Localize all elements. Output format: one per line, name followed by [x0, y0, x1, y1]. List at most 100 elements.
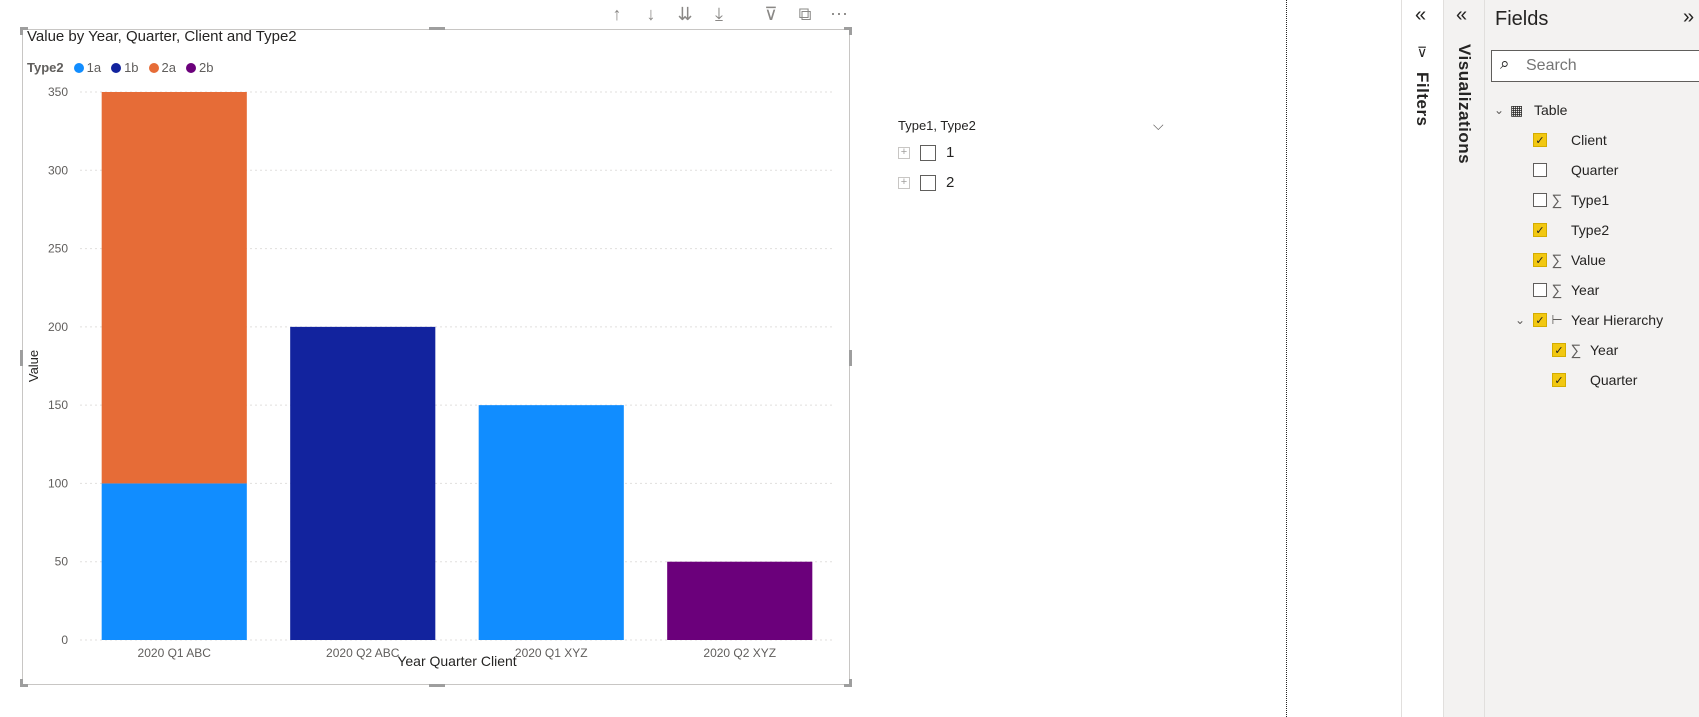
field-checkbox[interactable]: ✓	[1533, 223, 1547, 237]
collapse-chevrons-icon[interactable]: «	[1456, 4, 1467, 27]
filter-icon[interactable]: ⊽	[757, 2, 785, 26]
bar-segment-1b[interactable]	[290, 326, 436, 640]
x-tick-label: 2020 Q1 XYZ	[515, 646, 588, 660]
x-tick-label: 2020 Q1 ABC	[138, 646, 212, 660]
legend-marker	[186, 62, 197, 73]
legend-label: 2b	[199, 60, 214, 75]
field-item-year[interactable]: ∑ Year	[1533, 279, 1599, 301]
search-box[interactable]: ⌕	[1491, 50, 1699, 82]
bar-segment-1a[interactable]	[101, 483, 247, 640]
y-tick-label: 50	[55, 555, 69, 569]
slicer-item[interactable]: + 2	[898, 174, 954, 191]
slicer-item-label: 1	[946, 144, 955, 161]
field-label: Quarter	[1571, 162, 1619, 178]
bar-segment-1a[interactable]	[478, 405, 624, 640]
page-boundary-line	[1286, 0, 1287, 717]
legend-marker	[148, 62, 159, 73]
table-icon: ▦	[1510, 101, 1524, 118]
x-axis-title: Year Quarter Client	[397, 653, 516, 669]
legend-item[interactable]: 1b	[111, 60, 139, 75]
x-tick-label: 2020 Q2 XYZ	[703, 646, 776, 660]
chevron-down-icon[interactable]: ⌄	[1515, 313, 1533, 327]
legend-item[interactable]: 2a	[148, 60, 177, 75]
chart-legend: Type2 1a 1b 2a 2b	[27, 60, 217, 75]
field-item-quarter[interactable]: Quarter	[1533, 159, 1618, 181]
sigma-icon: ∑	[1551, 281, 1563, 299]
slicer-checkbox[interactable]	[920, 144, 936, 161]
field-table-row[interactable]: ⌄ ▦ Table	[1494, 99, 1567, 121]
y-axis-title: Value	[26, 350, 41, 382]
chevron-down-icon[interactable]: ⌵	[1153, 117, 1164, 134]
field-label: Type2	[1571, 222, 1610, 238]
more-options-icon[interactable]: ⋯	[825, 2, 853, 26]
field-checkbox[interactable]: ✓	[1533, 133, 1547, 147]
field-checkbox[interactable]	[1533, 193, 1547, 207]
legend-marker	[111, 62, 122, 73]
legend-label: 1b	[124, 60, 139, 75]
search-icon: ⌕	[1500, 54, 1510, 73]
slicer-item-label: 2	[946, 174, 955, 191]
slicer-header: Type1, Type2	[898, 118, 976, 133]
y-tick-label: 200	[48, 320, 68, 334]
sigma-icon: ∑	[1570, 341, 1582, 359]
slicer-checkbox[interactable]	[920, 174, 936, 191]
field-checkbox[interactable]	[1533, 163, 1547, 177]
expand-icon[interactable]: +	[898, 146, 910, 159]
filters-pane-label[interactable]: Filters	[1412, 72, 1432, 127]
field-checkbox[interactable]	[1533, 283, 1547, 297]
field-item-type1[interactable]: ∑ Type1	[1533, 189, 1609, 211]
expand-icon[interactable]: +	[898, 176, 910, 189]
field-label: Quarter	[1590, 372, 1638, 388]
expand-chevrons-icon[interactable]: »	[1683, 6, 1694, 29]
y-tick-label: 0	[61, 633, 68, 647]
hierarchy-icon: ⊢	[1551, 312, 1563, 327]
field-checkbox[interactable]: ✓	[1552, 373, 1566, 387]
field-item-year-hierarchy[interactable]: ⌄ ✓ ⊢ Year Hierarchy	[1515, 309, 1663, 331]
filters-pane[interactable]: « ⊽ Filters	[1401, 0, 1444, 717]
field-item-hierarchy-year[interactable]: ✓ ∑ Year	[1552, 339, 1618, 361]
fields-pane: Fields » ⌕ ⌄▦Table ✓Client Quarter ∑ Type1 ✓ T…	[1484, 0, 1699, 717]
legend-item[interactable]: 1a	[73, 60, 102, 75]
field-item-hierarchy-quarter[interactable]: ✓ Quarter	[1552, 369, 1637, 391]
expand-hierarchy-icon[interactable]: ⤓	[705, 2, 733, 26]
field-checkbox[interactable]: ✓	[1552, 343, 1566, 357]
field-label: Year Hierarchy	[1571, 312, 1664, 328]
sigma-icon: ∑	[1551, 251, 1563, 269]
field-label: Year	[1571, 282, 1600, 298]
field-label: Type1	[1571, 192, 1610, 208]
fields-pane-title: Fields	[1495, 8, 1549, 30]
y-tick-label: 300	[48, 163, 68, 177]
collapse-chevrons-icon[interactable]: «	[1415, 4, 1426, 27]
bar-segment-2a[interactable]	[101, 92, 247, 484]
focus-mode-icon[interactable]: ⧉	[791, 2, 819, 26]
field-item-client[interactable]: ✓ Client	[1533, 129, 1607, 151]
chart-title: Value by Year, Quarter, Client and Type2	[27, 28, 297, 45]
resize-handle[interactable]	[20, 27, 23, 35]
x-tick-label: 2020 Q2 ABC	[326, 646, 400, 660]
legend-label: 1a	[86, 60, 102, 75]
chevron-down-icon[interactable]: ⌄	[1494, 103, 1510, 117]
field-checkbox[interactable]: ✓	[1533, 253, 1547, 267]
y-tick-label: 150	[48, 398, 68, 412]
field-checkbox[interactable]: ✓	[1533, 313, 1547, 327]
visualizations-pane-label[interactable]: Visualizations	[1454, 44, 1474, 164]
field-item-value[interactable]: ✓ ∑ Value	[1533, 249, 1606, 271]
legend-label: 2a	[161, 60, 177, 75]
y-tick-label: 350	[48, 85, 68, 99]
field-label: Year	[1590, 342, 1619, 358]
arrow-up-icon[interactable]: ↑	[603, 2, 631, 26]
double-arrow-down-icon[interactable]: ⇊	[671, 2, 699, 26]
visualizations-pane[interactable]: « Visualizations	[1443, 0, 1485, 717]
search-input[interactable]	[1526, 57, 1696, 75]
arrow-down-icon[interactable]: ↓	[637, 2, 665, 26]
sigma-icon: ∑	[1551, 191, 1563, 209]
filter-icon: ⊽	[1417, 44, 1428, 60]
legend-item[interactable]: 2b	[186, 60, 213, 75]
resize-handle[interactable]	[429, 27, 445, 30]
field-item-type2[interactable]: ✓ Type2	[1533, 219, 1609, 241]
bar-segment-2b[interactable]	[667, 561, 813, 640]
resize-handle[interactable]	[849, 27, 852, 35]
y-tick-label: 100	[48, 476, 68, 490]
legend-title: Type2	[27, 60, 64, 75]
slicer-item[interactable]: + 1	[898, 144, 954, 161]
